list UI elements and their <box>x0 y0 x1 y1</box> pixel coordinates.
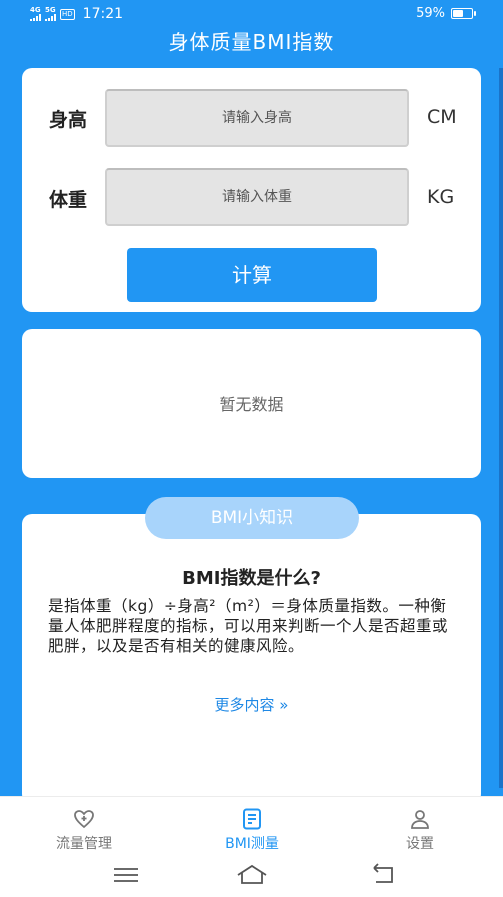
info-body: 是指体重（kg）÷身高²（m²）＝身体质量指数。一种衡量人体肥胖程度的指标，可以… <box>48 597 449 655</box>
page-title: 身体质量BMI指数 <box>168 30 335 54</box>
empty-state-text: 暂无数据 <box>219 395 284 414</box>
info-card: BMI指数是什么? 是指体重（kg）÷身高²（m²）＝身体质量指数。一种衡量人体… <box>22 514 481 804</box>
network-type-2: 5G <box>45 6 56 14</box>
signal-icon: 4G <box>30 7 41 21</box>
info-title: BMI指数是什么? <box>182 568 321 589</box>
menu-icon[interactable] <box>108 862 144 888</box>
tab-bmi-measure[interactable]: BMI测量 <box>192 807 312 853</box>
tab-label: 设置 <box>406 836 434 852</box>
height-label: 身高 <box>49 109 88 131</box>
weight-label: 体重 <box>49 189 88 211</box>
tab-settings[interactable]: 设置 <box>360 807 480 853</box>
network-type: 4G <box>30 6 41 14</box>
bmi-knowledge-badge: BMI小知识 <box>145 497 359 539</box>
heart-plus-icon <box>74 810 94 829</box>
tab-label: 流量管理 <box>56 836 112 852</box>
tab-label: BMI测量 <box>225 836 279 852</box>
calculate-button[interactable]: 计算 <box>127 248 377 302</box>
clock: 17:21 <box>82 6 124 22</box>
result-card: 暂无数据 <box>22 329 481 478</box>
home-icon[interactable] <box>234 862 270 888</box>
input-card: 身高 请输入身高 CM 体重 请输入体重 KG 计算 <box>22 68 481 312</box>
document-icon <box>243 808 261 830</box>
tab-traffic-management[interactable]: 流量管理 <box>24 807 144 853</box>
signal-icon-2: 5G <box>45 7 56 21</box>
system-nav-bar <box>0 854 503 897</box>
status-bar: 4G 5G HD 17:21 59% <box>0 0 503 28</box>
height-input[interactable]: 请输入身高 <box>105 89 409 147</box>
bottom-tab-bar: 流量管理 BMI测量 设置 <box>0 796 503 854</box>
battery-percent: 59% <box>416 6 445 21</box>
person-icon <box>411 810 429 829</box>
weight-input[interactable]: 请输入体重 <box>105 168 409 226</box>
battery-icon <box>451 8 476 19</box>
back-icon[interactable] <box>364 862 400 888</box>
hd-badge: HD <box>60 8 75 20</box>
weight-unit: KG <box>427 186 455 208</box>
scrollbar <box>499 68 503 788</box>
more-content-link[interactable]: 更多内容 » <box>22 694 481 715</box>
height-unit: CM <box>427 106 457 128</box>
